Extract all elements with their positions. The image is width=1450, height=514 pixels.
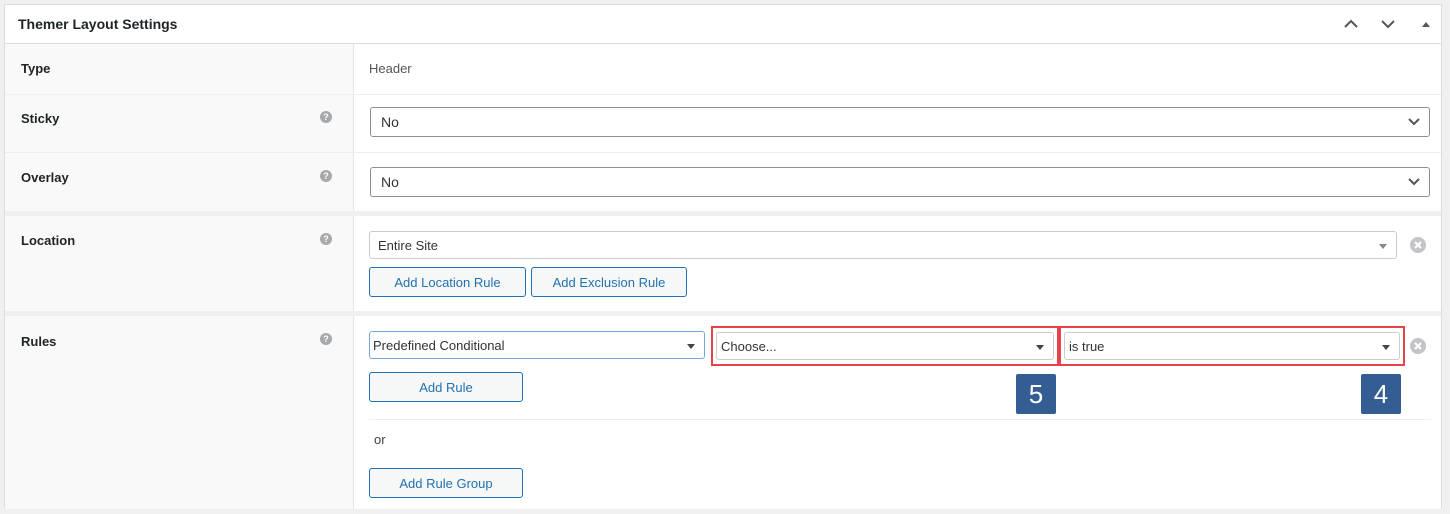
help-icon[interactable]: ? [320,333,332,345]
type-label: Type [21,61,51,76]
rules-label: Rules [21,334,57,349]
annotation-badge-5: 5 [1016,374,1056,414]
add-location-rule-button[interactable]: Add Location Rule [369,267,526,297]
panel-header: Themer Layout Settings [5,5,1441,44]
remove-rule-icon[interactable] [1410,338,1426,354]
chevron-down-icon [1408,118,1420,126]
dropdown-arrow-icon [687,344,695,349]
location-label: Location [21,233,76,248]
add-exclusion-rule-button[interactable]: Add Exclusion Rule [531,267,687,297]
themer-layout-settings-panel: Themer Layout Settings Type Header Stick… [4,4,1442,509]
help-icon[interactable]: ? [320,111,332,123]
panel-title: Themer Layout Settings [18,16,178,32]
svg-text:?: ? [323,234,329,244]
sticky-select[interactable]: No [370,107,1430,137]
overlay-select-value: No [381,174,399,190]
type-row: Type Header [5,44,1441,94]
sticky-select-value: No [381,114,399,130]
triangle-up-icon [1422,22,1430,27]
or-separator-text: or [374,432,386,447]
svg-text:?: ? [323,112,329,122]
condition-highlight-box [711,326,1059,366]
operator-highlight-box [1059,326,1405,366]
overlay-select[interactable]: No [370,167,1430,197]
move-up-button[interactable] [1340,13,1362,35]
sticky-row: Sticky ? No [5,95,1441,152]
help-icon[interactable]: ? [320,170,332,182]
help-icon[interactable]: ? [320,233,332,245]
condition-type-select[interactable]: Predefined Conditional [369,331,705,359]
dropdown-arrow-icon [1379,244,1387,249]
svg-text:?: ? [323,171,329,181]
add-rule-group-button[interactable]: Add Rule Group [369,468,523,498]
annotation-badge-4: 4 [1361,374,1401,414]
location-select-value: Entire Site [378,238,438,253]
rules-row: Rules ? Predefined Conditional Choose...… [5,316,1441,509]
rule-group-divider [369,419,1431,420]
condition-type-value: Predefined Conditional [373,338,505,353]
sticky-label: Sticky [21,111,60,126]
location-row: Location ? Entire Site Add Location Rule… [5,216,1441,311]
chevron-up-icon [1344,19,1358,28]
move-down-button[interactable] [1377,13,1399,35]
toggle-panel-button[interactable] [1415,13,1437,35]
overlay-row: Overlay ? No [5,153,1441,211]
chevron-down-icon [1381,20,1395,29]
overlay-label: Overlay [21,170,69,185]
remove-location-icon[interactable] [1410,237,1426,253]
type-value: Header [369,61,412,76]
svg-text:?: ? [323,334,329,344]
location-select[interactable]: Entire Site [369,231,1397,259]
add-rule-button[interactable]: Add Rule [369,372,523,402]
chevron-down-icon [1408,178,1420,186]
